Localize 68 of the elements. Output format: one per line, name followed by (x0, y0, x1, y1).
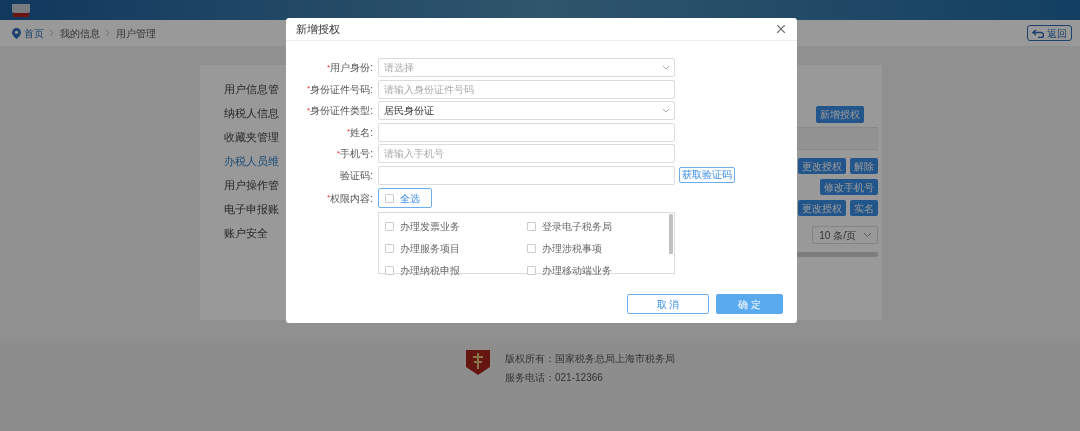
row-action-button[interactable]: 更改授权 (798, 200, 846, 216)
required-mark: * (327, 61, 331, 74)
required-mark: * (327, 192, 331, 202)
get-code-button[interactable]: 获取验证码 (679, 167, 735, 184)
permission-label: 办理纳税申报 (400, 264, 460, 278)
return-arrow-icon (1032, 28, 1044, 38)
breadcrumb-link[interactable]: 用户管理 (116, 25, 156, 41)
field-label: 验证码: (340, 168, 373, 183)
input-field[interactable]: 请输入身份证件号码 (378, 79, 675, 99)
field-label: 身份证件类型: (310, 104, 373, 119)
logo-icon (10, 2, 32, 18)
close-icon[interactable] (777, 25, 785, 33)
sidebar-item[interactable]: 电子申报账 (224, 201, 286, 217)
select-all-option[interactable]: 全选 (378, 188, 432, 208)
permission-label: 办理发票业务 (400, 220, 460, 234)
chevron-down-icon (864, 233, 871, 237)
input-field[interactable]: 请输入手机号 (378, 144, 675, 164)
dialog-title: 新增授权 (296, 21, 340, 37)
select-field[interactable]: 请选择 (378, 58, 675, 78)
sidebar-item[interactable]: 用户操作管 (224, 177, 286, 193)
row-action-button[interactable]: 实名 (850, 200, 878, 216)
location-pin-icon (12, 27, 21, 39)
permission-label: 办理涉税事项 (542, 242, 602, 256)
sidebar-item[interactable]: 收藏夹管理 (224, 129, 286, 145)
confirm-button[interactable]: 确 定 (716, 294, 783, 314)
row-action-button[interactable]: 解除 (850, 158, 878, 174)
sidebar-item[interactable]: 纳税人信息 (224, 105, 286, 121)
breadcrumb-link[interactable]: 我的信息 (60, 25, 100, 41)
checkbox[interactable] (527, 222, 536, 231)
page-size-select[interactable]: 10 条/页 (812, 226, 878, 244)
row-action-button[interactable]: 更改授权 (798, 158, 846, 174)
required-mark: * (307, 83, 311, 94)
input-field[interactable] (378, 122, 675, 142)
field-label: 手机号: (340, 147, 373, 162)
field-label: 权限内容: (330, 191, 373, 206)
required-mark: * (307, 104, 311, 115)
chevron-right-icon (50, 30, 54, 36)
back-button[interactable]: 返回 (1027, 25, 1072, 41)
input-field[interactable] (378, 165, 675, 185)
emblem-logo-icon (465, 348, 491, 376)
required-mark: * (347, 126, 351, 137)
footer-text: 服务电话：021-12366 (505, 371, 604, 385)
sidebar-item[interactable]: 办税人员维 (224, 153, 286, 169)
checkbox[interactable] (385, 266, 394, 275)
footer-text: 版权所有：国家税务总局上海市税务局 (505, 352, 675, 366)
scrollbar (669, 214, 673, 254)
permission-label: 登录电子税务局 (542, 220, 612, 234)
required-mark: * (337, 147, 341, 160)
chevron-down-icon (663, 65, 669, 70)
select-field[interactable]: 居民身份证 (378, 101, 675, 121)
chevron-down-icon (663, 108, 669, 113)
permission-label: 办理移动端业务 (542, 264, 612, 278)
breadcrumb-link[interactable]: 首页 (24, 25, 44, 41)
field-label: 身份证件号码: (310, 82, 373, 97)
chevron-right-icon (106, 30, 110, 36)
add-authorization-button[interactable]: 新增授权 (816, 106, 864, 123)
permission-label: 办理服务项目 (400, 242, 460, 256)
field-label: 用户身份: (330, 61, 373, 76)
cancel-button[interactable]: 取 消 (627, 294, 709, 314)
checkbox[interactable] (385, 193, 394, 203)
sidebar-item[interactable]: 用户信息管 (224, 81, 286, 97)
field-label: 姓名: (350, 125, 373, 140)
checkbox[interactable] (527, 266, 536, 275)
row-action-button[interactable]: 修改手机号 (820, 179, 878, 195)
checkbox[interactable] (385, 244, 394, 253)
sidebar-item[interactable]: 账户安全 (224, 225, 286, 241)
checkbox[interactable] (527, 244, 536, 253)
checkbox[interactable] (385, 222, 394, 231)
